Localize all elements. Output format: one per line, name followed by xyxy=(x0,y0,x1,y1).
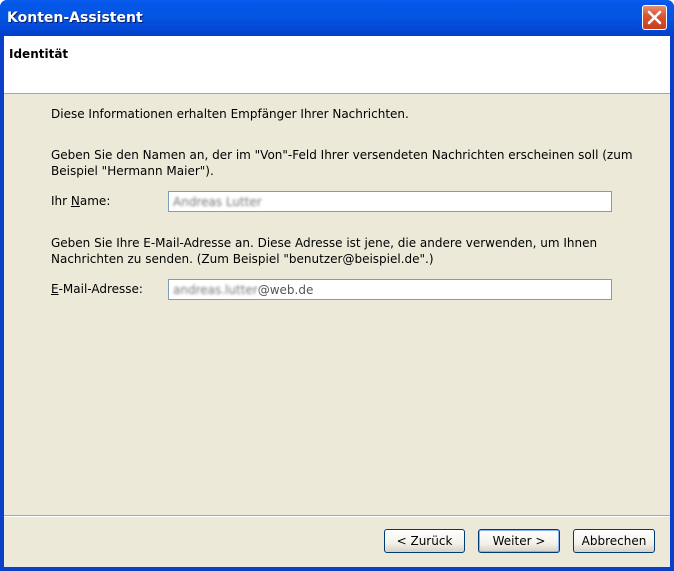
email-label-accel: E xyxy=(51,282,59,296)
name-help-line2: Beispiel "Hermann Maier"). xyxy=(51,164,214,178)
email-label: E-Mail-Adresse: xyxy=(51,282,143,296)
name-label-suffix: ame: xyxy=(79,194,111,208)
email-help-line1: Geben Sie Ihre E-Mail-Adresse an. Diese … xyxy=(51,236,598,250)
page-title: Identität xyxy=(9,47,69,61)
footer-divider xyxy=(4,515,670,517)
email-help-line2: Nachrichten zu senden. (Zum Beispiel "be… xyxy=(51,252,434,266)
back-button[interactable]: < Zurück xyxy=(384,529,465,553)
name-input[interactable]: Andreas Lutter xyxy=(168,191,612,212)
name-label-accel: N xyxy=(70,194,80,208)
name-label-prefix: Ihr xyxy=(51,194,71,208)
email-value-local: andreas.lutter xyxy=(173,283,258,297)
wizard-header: Identität xyxy=(4,36,670,94)
intro-text: Diese Informationen erhalten Empfänger I… xyxy=(51,107,409,121)
window-title: Konten-Assistent xyxy=(7,10,143,26)
close-icon xyxy=(647,10,662,25)
next-button[interactable]: Weiter > xyxy=(478,529,560,553)
title-bar[interactable]: Konten-Assistent xyxy=(0,0,674,36)
wizard-body: Identität Diese Informationen erhalten E… xyxy=(4,36,670,567)
name-value: Andreas Lutter xyxy=(173,195,262,209)
email-value-domain: @web.de xyxy=(257,283,314,297)
email-label-suffix: -Mail-Adresse: xyxy=(58,282,143,296)
name-help-line1: Geben Sie den Namen an, der im "Von"-Fel… xyxy=(51,148,633,162)
wizard-window: Konten-Assistent Identität Diese Informa… xyxy=(0,0,674,571)
close-button[interactable] xyxy=(642,5,667,30)
name-label: Ihr Name: xyxy=(51,194,110,208)
email-input[interactable]: andreas.lutter@web.de xyxy=(168,279,612,300)
cancel-button[interactable]: Abbrechen xyxy=(573,529,655,553)
